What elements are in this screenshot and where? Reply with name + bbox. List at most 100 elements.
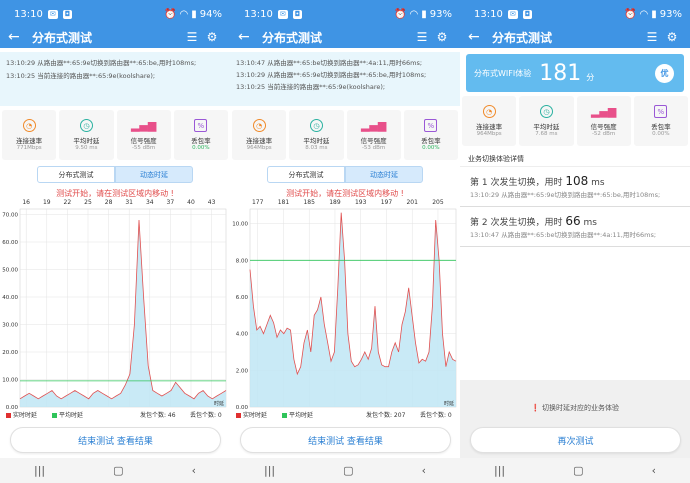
switch-detail: 13:10:47 从路由器**:65:be切换到路由器**:4a:11,用时66… bbox=[470, 231, 657, 239]
recent-apps-icon[interactable]: ||| bbox=[494, 464, 505, 477]
stat-loss: % 丢包率 0.00% bbox=[403, 110, 458, 160]
status-bar: 13:10 ✉ ◘ ⏰ ◠ ▮ 93% bbox=[230, 0, 460, 28]
axis-label: 时延 bbox=[444, 400, 454, 407]
x-tick-label: 37 bbox=[167, 199, 175, 206]
switch-time: 108 bbox=[565, 174, 589, 188]
gauge-icon: ◔ bbox=[482, 105, 496, 118]
clock: 13:10 bbox=[14, 8, 43, 20]
gauge-icon: ◔ bbox=[22, 119, 36, 132]
app-bar: ← 分布式测试 ☰ ⚙ bbox=[230, 26, 460, 48]
tab-dynamic-latency[interactable]: 动态时延 bbox=[115, 166, 193, 183]
stat-value: 0.00% bbox=[192, 145, 210, 151]
recent-apps-icon[interactable]: ||| bbox=[34, 464, 45, 477]
x-tick-label: 40 bbox=[187, 199, 195, 206]
stat-latency: ◷ 平均时延 7.68 ms bbox=[519, 96, 574, 146]
stat-speed: ◔ 连接速率 964Mbps bbox=[462, 96, 517, 146]
stat-label: 连接速率 bbox=[16, 137, 43, 145]
y-tick-label: 60.00 bbox=[2, 240, 18, 246]
y-tick-label: 20.00 bbox=[2, 350, 18, 356]
home-icon[interactable]: ▢ bbox=[343, 464, 353, 477]
y-tick-label: 2.00 bbox=[236, 368, 249, 374]
x-tick-label: 197 bbox=[381, 199, 393, 206]
clock-icon: ◷ bbox=[79, 119, 93, 132]
stat-label: 丢包率 bbox=[651, 123, 671, 131]
stat-label: 平均时延 bbox=[303, 137, 330, 145]
end-test-button[interactable]: 结束测试 查看结果 bbox=[240, 427, 451, 453]
phone-screen-3: 13:10 ✉ ◘ ⏰ ◠ ▮ 93% ← 分布式测试 ☰ ⚙ 分布式WIFI体验 181… bbox=[460, 0, 690, 483]
stat-signal: ▂▄▆ 信号强度 -52 dBm bbox=[576, 96, 631, 146]
stat-speed: ◔ 连接速率 771Mbps bbox=[2, 110, 57, 160]
x-tick-label: 16 bbox=[22, 199, 30, 206]
legend-realtime: 实时时延 bbox=[6, 410, 37, 419]
tab-dynamic-latency[interactable]: 动态时延 bbox=[345, 166, 423, 183]
home-icon[interactable]: ▢ bbox=[113, 464, 123, 477]
stat-label: 信号强度 bbox=[590, 123, 617, 131]
y-tick-label: 6.00 bbox=[236, 295, 249, 301]
back-arrow-icon[interactable]: ← bbox=[238, 29, 258, 45]
stat-label: 平均时延 bbox=[73, 137, 100, 145]
experience-note[interactable]: ❗ 切换时延对应的业务体验 bbox=[460, 403, 690, 413]
back-icon[interactable]: ‹ bbox=[422, 464, 426, 477]
stat-value: 964Mbps bbox=[476, 131, 502, 137]
signal-bars-icon: ▂▄▆ bbox=[360, 119, 387, 132]
system-nav: ||| ▢ ‹ bbox=[460, 458, 690, 483]
recent-apps-icon[interactable]: ||| bbox=[264, 464, 275, 477]
clock: 13:10 bbox=[244, 8, 273, 20]
x-tick-label: 185 bbox=[303, 199, 315, 206]
back-arrow-icon[interactable]: ← bbox=[8, 29, 28, 45]
x-tick-label: 177 bbox=[252, 199, 264, 206]
info-icon: ❗ bbox=[531, 404, 540, 412]
y-tick-label: 50.00 bbox=[2, 268, 18, 274]
gear-icon[interactable]: ⚙ bbox=[202, 30, 222, 44]
back-icon[interactable]: ‹ bbox=[652, 464, 656, 477]
legend-average: 平均时延 bbox=[282, 410, 313, 419]
retest-button[interactable]: 再次测试 bbox=[470, 427, 681, 453]
signal-icon: ▮ bbox=[651, 8, 657, 20]
signal-icon: ▮ bbox=[191, 8, 197, 20]
notification-icon: ◘ bbox=[292, 9, 303, 19]
back-icon[interactable]: ‹ bbox=[192, 464, 196, 477]
x-tick-label: 205 bbox=[432, 199, 444, 206]
y-tick-label: 10.00 bbox=[2, 378, 18, 384]
signal-bars-icon: ▂▄▆ bbox=[130, 119, 157, 132]
battery-level: 94% bbox=[199, 8, 222, 20]
clock-icon: ◷ bbox=[539, 105, 553, 118]
x-tick-label: 193 bbox=[355, 199, 367, 206]
latency-chart: 16 19 22 25 28 31 34 37 40 43 70.00 60.00 50.00 40.00… bbox=[0, 195, 230, 411]
stat-loss: % 丢包率 0.00% bbox=[633, 96, 688, 146]
list-item: 第 1 次发生切换，用时 108 ms 13:10:29 从路由器**:65:9… bbox=[460, 167, 690, 207]
list-icon[interactable]: ☰ bbox=[412, 30, 432, 44]
chart-legend: 实时时延 平均时延 发包个数: 46 丢包个数: 0 bbox=[0, 410, 230, 422]
app-bar: ← 分布式测试 ☰ ⚙ bbox=[0, 26, 230, 48]
stat-value: 9.50 ms bbox=[75, 145, 98, 151]
packets-sent: 发包个数: 46 bbox=[140, 412, 176, 419]
alarm-icon: ⏰ bbox=[394, 8, 407, 20]
packets-lost: 丢包个数: 0 bbox=[420, 412, 452, 419]
stat-latency: ◷ 平均时延 8.03 ms bbox=[289, 110, 344, 160]
system-nav: ||| ▢ ‹ bbox=[230, 458, 460, 483]
switch-time: 66 bbox=[565, 214, 581, 228]
stat-value: 7.68 ms bbox=[535, 131, 558, 137]
percent-icon: % bbox=[194, 119, 208, 132]
plot-area bbox=[19, 208, 227, 408]
page-title: 分布式测试 bbox=[32, 30, 93, 45]
stat-label: 丢包率 bbox=[421, 137, 441, 145]
score-label: 分布式WIFI体验 bbox=[474, 68, 532, 78]
home-icon[interactable]: ▢ bbox=[573, 464, 583, 477]
stat-value: -55 dBm bbox=[131, 145, 156, 151]
gear-icon[interactable]: ⚙ bbox=[432, 30, 452, 44]
mode-tabs: 分布式测试 动态时延 bbox=[0, 166, 230, 183]
system-nav: ||| ▢ ‹ bbox=[0, 458, 230, 483]
tab-distributed-test[interactable]: 分布式测试 bbox=[37, 166, 115, 183]
gear-icon[interactable]: ⚙ bbox=[662, 30, 682, 44]
x-tick-label: 19 bbox=[43, 199, 51, 206]
list-icon[interactable]: ☰ bbox=[182, 30, 202, 44]
list-icon[interactable]: ☰ bbox=[642, 30, 662, 44]
stat-latency: ◷ 平均时延 9.50 ms bbox=[59, 110, 114, 160]
back-arrow-icon[interactable]: ← bbox=[468, 29, 488, 45]
x-tick-label: 22 bbox=[64, 199, 72, 206]
y-tick-label: 70.00 bbox=[2, 213, 18, 219]
tab-distributed-test[interactable]: 分布式测试 bbox=[267, 166, 345, 183]
log-line: 13:10:25 当前连接的路由器**:65:9e(koolshare); bbox=[6, 72, 156, 80]
end-test-button[interactable]: 结束测试 查看结果 bbox=[10, 427, 221, 453]
